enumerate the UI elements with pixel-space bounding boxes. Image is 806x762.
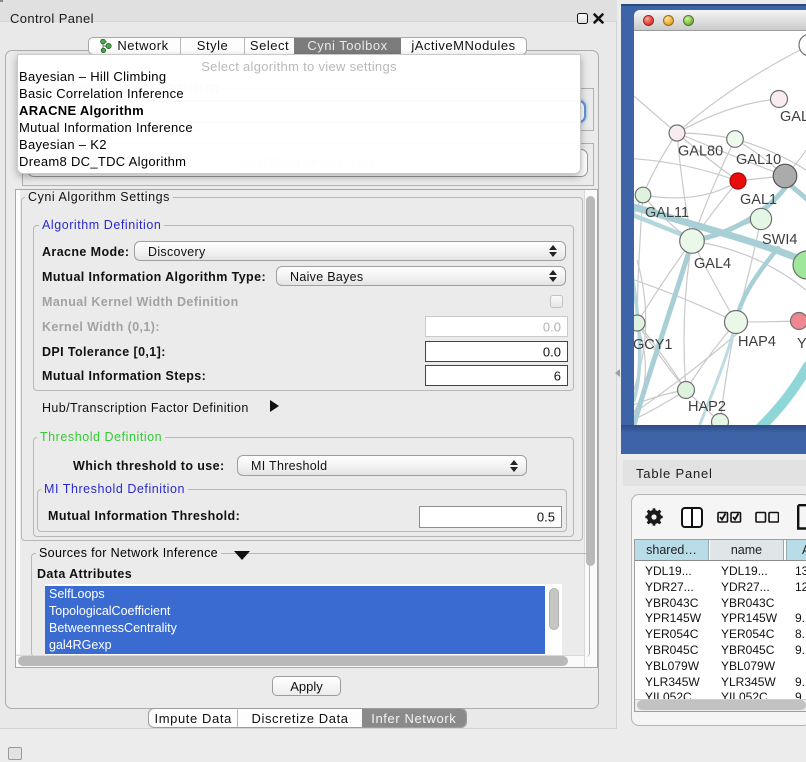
svg-text:GAL1: GAL1 xyxy=(740,192,777,208)
svg-text:GAL4: GAL4 xyxy=(694,256,731,272)
svg-text:GAL11: GAL11 xyxy=(645,205,689,221)
svg-text:GAL80: GAL80 xyxy=(678,144,723,160)
svg-text:HAP2: HAP2 xyxy=(688,399,726,415)
svg-text:SWI4: SWI4 xyxy=(762,232,797,248)
svg-text:GCY1: GCY1 xyxy=(634,337,673,353)
svg-text:HAP4: HAP4 xyxy=(738,334,776,350)
svg-text:GAL10: GAL10 xyxy=(736,152,781,168)
svg-text:GAL2: GAL2 xyxy=(780,109,806,125)
svg-text:Y: Y xyxy=(797,336,806,352)
